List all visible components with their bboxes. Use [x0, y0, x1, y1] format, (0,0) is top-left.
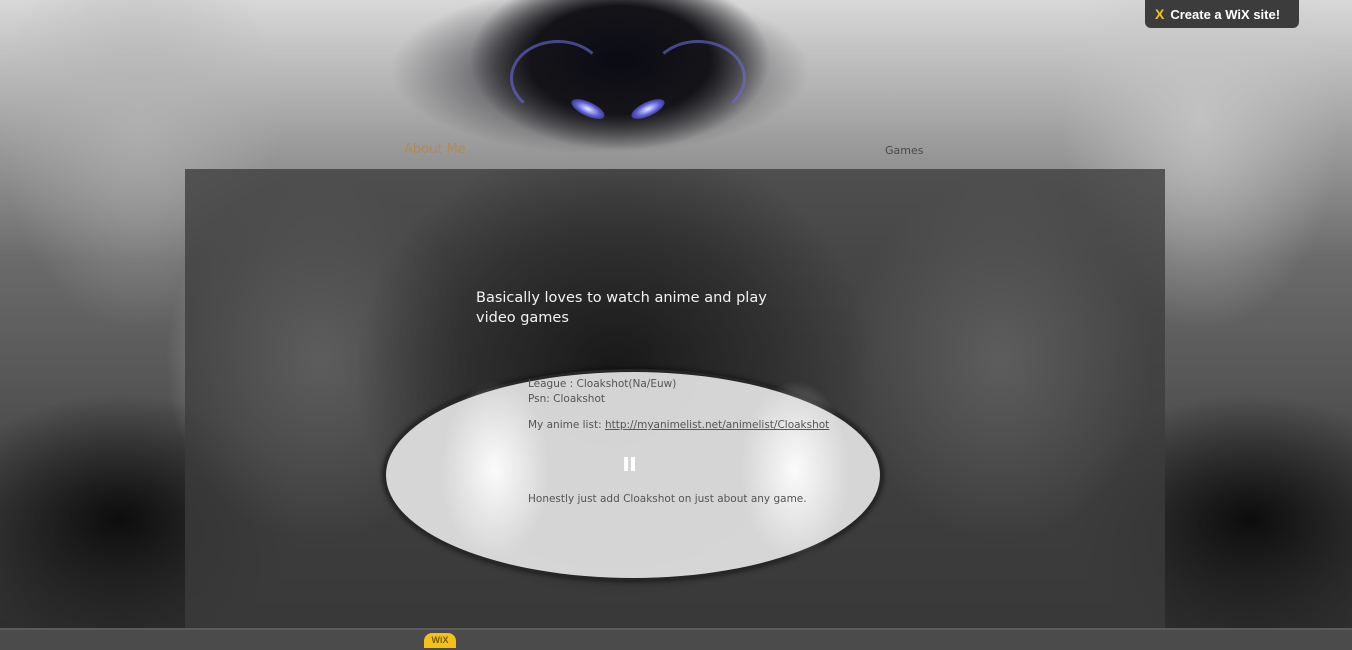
wix-mascot-icon[interactable]: WiX — [424, 633, 456, 648]
league-account: League : Cloakshot(Na/Euw) — [528, 378, 677, 390]
anime-list-label: My anime list: — [528, 419, 605, 431]
psn-account: Psn: Cloakshot — [528, 393, 606, 405]
anime-list-link[interactable]: http://myanimelist.net/animelist/Cloaksh… — [605, 419, 829, 431]
nav-about-me[interactable]: About Me — [404, 142, 466, 157]
pause-icon[interactable] — [624, 457, 636, 471]
oval-highlight-left — [440, 380, 550, 560]
wix-bottom-bar — [0, 628, 1352, 650]
add-note: Honestly just add Cloakshot on just abou… — [528, 493, 807, 505]
create-wix-site-label: Create a WiX site! — [1170, 6, 1281, 22]
create-wix-site-button[interactable]: X Create a WiX site! — [1145, 0, 1299, 28]
wix-logo-icon: X — [1155, 6, 1165, 22]
pause-bar-left — [624, 457, 628, 471]
oval-highlight-right — [740, 380, 850, 560]
anime-list-line: My anime list: http://myanimelist.net/an… — [528, 419, 829, 431]
pause-bar-right — [631, 457, 635, 471]
tagline-text: Basically loves to watch anime and play … — [476, 290, 767, 326]
nav-games[interactable]: Games — [885, 144, 923, 157]
